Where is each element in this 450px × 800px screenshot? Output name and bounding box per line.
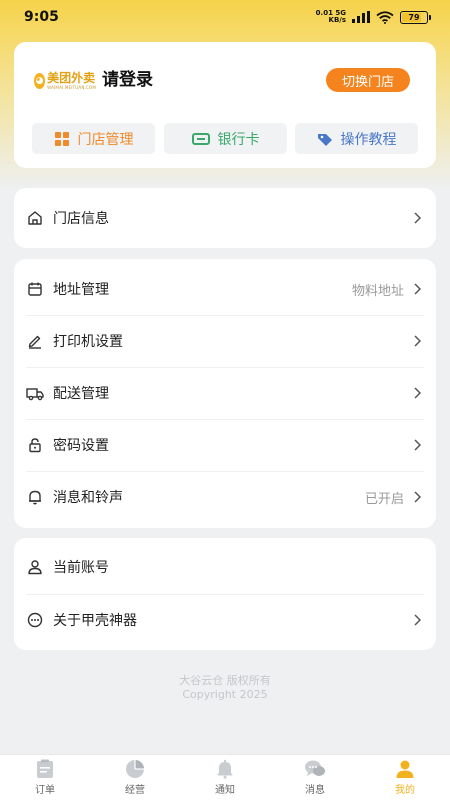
menu-item-label: 关于甲壳神器 [53,613,137,629]
menu-item-label: 配送管理 [53,386,109,402]
bank-card-icon [191,132,210,145]
bank-card-label: 银行卡 [217,131,260,148]
chevron-right-icon [412,282,422,296]
order-icon [34,759,56,779]
chevron-right-icon [412,613,422,627]
footer-company: 大谷云仓 版权所有 [179,674,271,687]
menu-item-delivery[interactable]: 配送管理 [14,367,436,419]
tab-label: 通知 [215,785,235,796]
tab-label: 经营 [125,785,145,796]
menu-item-value: 已开启 [364,491,404,507]
profile-icon [394,759,416,779]
account-card: 当前账号 关于甲壳神器 [14,538,436,650]
tag-icon [317,133,332,146]
menu-item-label: 消息和铃声 [53,490,123,506]
grid-icon [54,131,69,146]
battery-percent: 79 [408,12,420,22]
login-link[interactable]: 请登录 [102,68,153,92]
pie-chart-icon [124,759,146,779]
store-management-label: 门店管理 [77,131,134,148]
bell-icon [26,488,44,506]
chevron-right-icon [412,438,422,452]
bell-icon [214,759,236,779]
lock-icon [26,436,44,454]
logo-text: 美团外卖 [47,71,96,85]
chevron-right-icon [412,211,422,225]
menu-item-label: 密码设置 [53,438,109,454]
chat-icon [304,759,326,779]
battery-icon: 79 [400,10,431,24]
more-circle-icon [26,611,44,629]
menu-item-label: 地址管理 [53,282,109,298]
chevron-right-icon [412,490,422,504]
menu-item-notifications[interactable]: 消息和铃声 已开启 [14,471,436,523]
bottom-tab-bar: 订单 经营 通知 消息 我的 [0,754,450,800]
tutorial-button[interactable]: 操作教程 [295,123,418,154]
tab-messages[interactable]: 消息 [270,755,360,800]
menu-item-label: 打印机设置 [53,334,123,350]
tab-orders[interactable]: 订单 [0,755,90,800]
chevron-right-icon [412,334,422,348]
menu-item-current-account[interactable]: 当前账号 [14,541,436,593]
settings-card: 地址管理 物料地址 打印机设置 配送管理 密码设置 消息和铃声 已开启 [14,259,436,528]
switch-store-button[interactable]: 切换门店 [325,68,410,92]
menu-item-address[interactable]: 地址管理 物料地址 [14,263,436,315]
tab-business[interactable]: 经营 [90,755,180,800]
tab-label: 消息 [305,785,325,796]
store-management-button[interactable]: 门店管理 [32,123,155,154]
logo-subtext: WAIMAI.MEITUAN.COM [47,85,96,90]
bank-card-button[interactable]: 银行卡 [164,123,287,154]
edit-icon [26,332,44,350]
wifi-icon [376,10,394,24]
status-time: 9:05 [24,9,59,25]
tab-label: 我的 [395,785,415,796]
truck-icon [26,384,44,402]
menu-item-value: 物料地址 [351,283,404,299]
menu-item-label: 当前账号 [53,560,109,576]
network-speed: 0.01 5G KB/s [316,10,346,24]
store-info-card: 门店信息 [14,188,436,248]
profile-card: ◕ 美团外卖 WAIMAI.MEITUAN.COM 请登录 切换门店 门店管理 … [14,42,436,168]
chevron-right-icon [412,386,422,400]
footer-copyright: 大谷云仓 版权所有 Copyright 2025 [0,674,450,702]
footer-copyright-year: Copyright 2025 [182,688,268,701]
tab-notice[interactable]: 通知 [180,755,270,800]
network-speed-unit: KB/s [328,16,346,24]
meituan-logo: ◕ 美团外卖 WAIMAI.MEITUAN.COM [34,68,96,94]
menu-item-printer[interactable]: 打印机设置 [14,315,436,367]
menu-item-password[interactable]: 密码设置 [14,419,436,471]
status-bar: 9:05 0.01 5G KB/s 79 [0,0,450,34]
tab-mine[interactable]: 我的 [360,755,450,800]
status-indicators: 0.01 5G KB/s 79 [316,10,431,24]
user-icon [26,558,44,576]
menu-item-store-info[interactable]: 门店信息 [14,192,436,244]
menu-item-label: 门店信息 [53,211,109,227]
tab-label: 订单 [35,785,55,796]
home-icon [26,209,44,227]
logo-bag-icon: ◕ [34,73,46,89]
tutorial-label: 操作教程 [340,131,397,148]
menu-item-about[interactable]: 关于甲壳神器 [14,594,436,646]
calendar-icon [26,280,44,298]
signal-icon [352,11,370,23]
